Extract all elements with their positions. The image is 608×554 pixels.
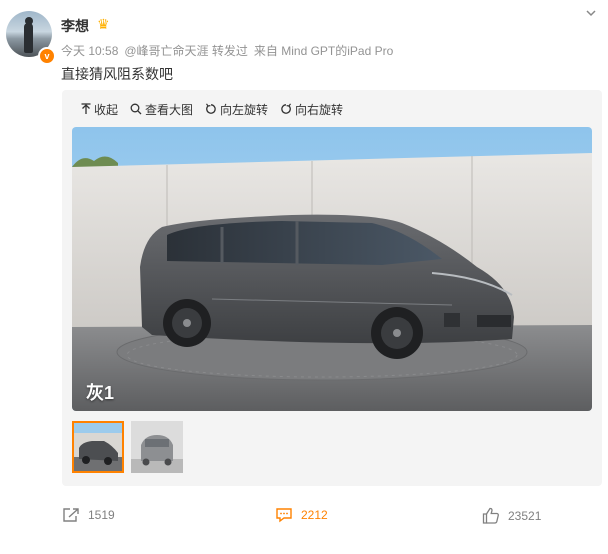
avatar-figure (24, 23, 33, 53)
post-device-source: 来自 Mind GPT的iPad Pro (253, 44, 394, 58)
media-card: 收起 查看大图 向左旋转 向右旋转 灰1 (62, 90, 602, 486)
rotate-right-label: 向右旋转 (295, 102, 344, 117)
comment-count: 2212 (301, 508, 328, 522)
repost-source[interactable]: @峰哥亡命天涯 转发过 (124, 44, 248, 58)
collapse-icon (81, 103, 91, 114)
comment-button[interactable]: 2212 (275, 507, 328, 523)
rotate-left-icon (206, 103, 216, 114)
rotate-right-icon (281, 103, 292, 114)
rotate-left-label: 向左旋转 (220, 102, 269, 117)
like-count: 23521 (508, 508, 542, 523)
collapse-label: 收起 (94, 102, 119, 117)
share-icon (63, 508, 79, 522)
thumbs-up-icon (482, 507, 499, 524)
media-toolbar: 收起 查看大图 向左旋转 向右旋转 (81, 100, 355, 118)
rotate-left-button[interactable]: 向左旋转 (205, 101, 268, 118)
post-text: 直接猜风阻系数吧 (61, 66, 173, 82)
rotate-right-button[interactable]: 向右旋转 (280, 101, 343, 118)
chevron-down-icon[interactable] (584, 6, 598, 20)
view-large-button[interactable]: 查看大图 (130, 101, 193, 118)
main-photo[interactable]: 灰1 (72, 127, 592, 411)
view-large-label: 查看大图 (145, 102, 194, 117)
post-meta: 今天 10:58 @峰哥亡命天涯 转发过 来自 Mind GPT的iPad Pro (61, 42, 399, 59)
post-time[interactable]: 今天 10:58 (61, 44, 118, 58)
thumbnail-2[interactable] (131, 421, 183, 473)
repost-count: 1519 (88, 508, 115, 522)
comment-icon (276, 508, 292, 523)
photo-label: 灰1 (86, 383, 115, 403)
username[interactable]: 李想 (61, 16, 89, 36)
repost-button[interactable]: 1519 (62, 507, 115, 523)
thumbnail-1[interactable] (72, 421, 124, 473)
crown-icon[interactable]: ♛ (97, 17, 113, 31)
verified-badge-icon: v (38, 47, 56, 65)
search-icon (130, 103, 142, 115)
collapse-button[interactable]: 收起 (81, 101, 118, 118)
like-button[interactable]: 23521 (482, 507, 541, 524)
